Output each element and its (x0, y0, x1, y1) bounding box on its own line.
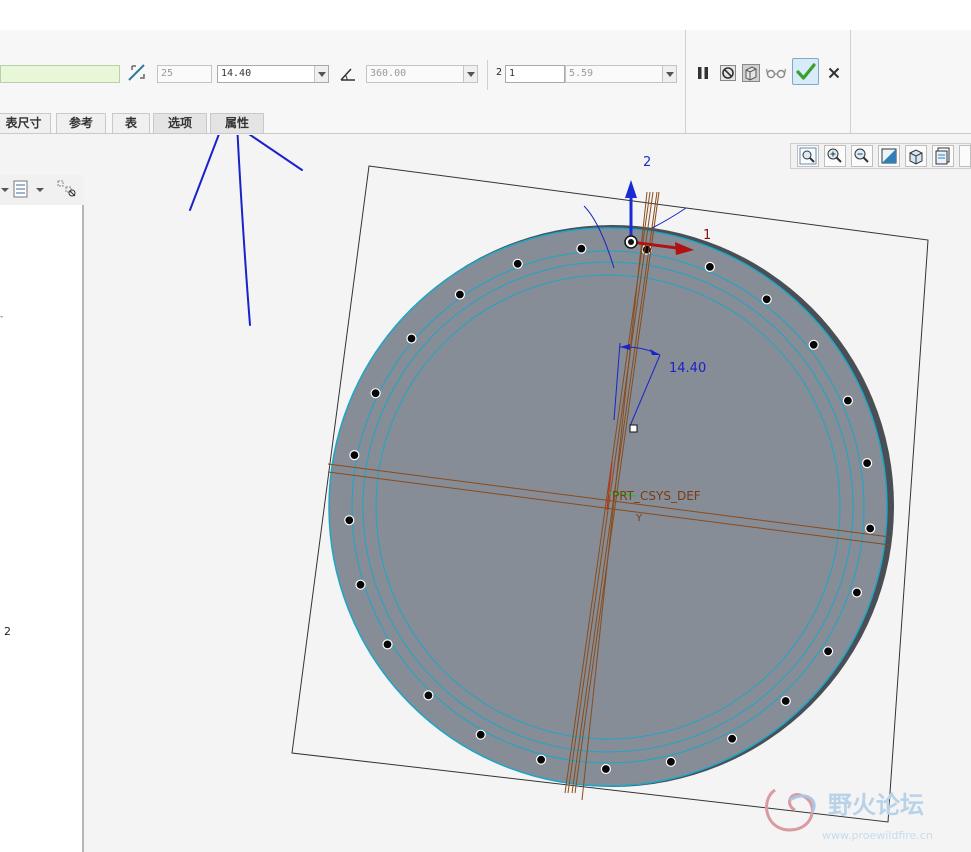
graphics-window[interactable]: 14.40 PRT_CSYS_DEF Y 2 1 野火论坛 www.proewi… (86, 135, 971, 852)
chevron-down-icon[interactable] (463, 66, 477, 82)
watermark: 野火论坛 www.proewildfire.cn (765, 788, 933, 842)
pattern-hole[interactable] (600, 763, 612, 775)
pattern-hole[interactable] (842, 395, 854, 406)
app-window: 25 14.40 360.00 2 1 5.59 表尺寸 参考 表 选项 属性 … (0, 0, 971, 852)
angle-extent-icon[interactable] (337, 63, 359, 85)
tab-options[interactable]: 选项 (153, 113, 207, 133)
pattern-hole[interactable] (726, 733, 738, 744)
csys-label: PRT_CSYS_DEF (612, 489, 701, 503)
drag-handle[interactable] (629, 424, 638, 433)
divider (850, 30, 851, 134)
accept-button[interactable] (792, 58, 819, 85)
pattern-hole[interactable] (822, 646, 834, 657)
glasses-icon (766, 68, 786, 79)
circle-slash-icon (720, 65, 736, 81)
csys-y-label: Y (635, 513, 643, 524)
angle-increment-field[interactable]: 14.40 (217, 65, 329, 83)
angle-increment-value: 14.40 (221, 68, 252, 79)
tree-item-label: 2 (4, 625, 11, 638)
tab-dimensions[interactable]: 表尺寸 (0, 113, 51, 133)
pattern-hole[interactable] (370, 388, 381, 399)
distance-field[interactable] (0, 65, 120, 83)
pattern-dashboard: 25 14.40 360.00 2 1 5.59 表尺寸 参考 表 选项 属性 (0, 30, 971, 134)
pattern-hole[interactable] (382, 639, 393, 650)
verify-button[interactable] (765, 62, 787, 84)
pattern-hole[interactable] (861, 458, 873, 469)
pattern-hole[interactable] (454, 289, 465, 300)
model-tree-panel: - 2 (0, 205, 84, 852)
divider (487, 60, 488, 90)
pattern-hole[interactable] (576, 243, 587, 254)
chevron-down-icon[interactable] (662, 66, 676, 82)
pattern-hole[interactable] (665, 756, 677, 767)
pattern-hole[interactable] (865, 523, 876, 534)
preview-box-icon (742, 64, 760, 82)
angle-dimension-label[interactable]: 14.40 (669, 361, 706, 376)
pattern-hole[interactable] (406, 333, 417, 344)
second-direction-label: 2 (496, 67, 503, 78)
tab-properties[interactable]: 属性 (210, 113, 264, 133)
pattern-hole[interactable] (641, 244, 652, 255)
total-angle-value: 360.00 (370, 68, 407, 79)
second-dimension-field[interactable]: 5.59 (565, 65, 677, 83)
second-dimension-value: 5.59 (569, 68, 594, 79)
divider (685, 30, 686, 134)
pattern-hole[interactable] (535, 754, 547, 765)
close-icon (828, 67, 840, 79)
pattern-hole[interactable] (808, 339, 819, 350)
pattern-hole[interactable] (344, 515, 355, 526)
model-tree-toolbar (0, 175, 84, 205)
pattern-hole[interactable] (704, 261, 716, 272)
title-area (0, 0, 971, 30)
direction-2-label: 2 (643, 155, 651, 170)
pattern-hole[interactable] (512, 258, 523, 269)
pattern-hole[interactable] (355, 579, 366, 590)
total-angle-field[interactable]: 360.00 (366, 65, 478, 83)
direction-2-arrow-head[interactable] (625, 180, 637, 198)
watermark-url: www.proewildfire.cn (822, 829, 933, 842)
tab-table[interactable]: 表 (112, 113, 150, 133)
tree-item-marker: - (0, 312, 4, 322)
pattern-hole[interactable] (423, 690, 434, 701)
tree-filter-icon[interactable] (56, 179, 78, 199)
feature-preview-button[interactable] (740, 62, 762, 84)
pattern-hole[interactable] (851, 587, 863, 598)
hand-annotation-scribble (189, 135, 303, 326)
pattern-hole[interactable] (475, 729, 486, 740)
chevron-down-icon[interactable] (0, 182, 10, 196)
pause-icon (698, 67, 708, 79)
tree-settings-icon[interactable] (13, 180, 45, 198)
chevron-down-icon[interactable] (314, 66, 328, 82)
pattern-hole[interactable] (780, 695, 791, 707)
instance-count-field[interactable]: 25 (157, 65, 212, 83)
pattern-hole[interactable] (349, 450, 360, 461)
pattern-leader-dot (628, 239, 634, 245)
no-preview-button[interactable] (717, 62, 739, 84)
pause-button[interactable] (692, 62, 714, 84)
flip-direction-icon[interactable] (126, 61, 148, 83)
tab-references[interactable]: 参考 (56, 113, 106, 133)
direction-1-label: 1 (703, 228, 711, 243)
checkmark-icon (795, 62, 816, 80)
second-count-field[interactable]: 1 (505, 65, 565, 83)
cancel-button[interactable] (823, 62, 845, 84)
pattern-hole[interactable] (761, 294, 772, 305)
watermark-title: 野火论坛 (828, 791, 924, 819)
